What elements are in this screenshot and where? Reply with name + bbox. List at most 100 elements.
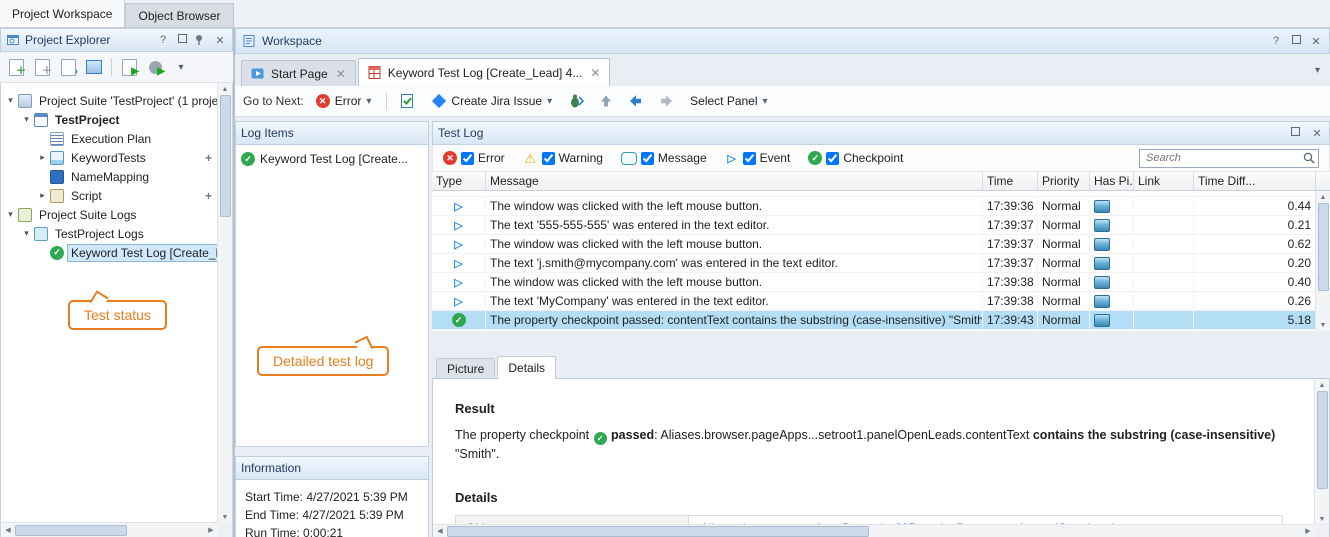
collapse-icon[interactable]: ▾ bbox=[4, 95, 17, 106]
filter-checkbox-checkpoint[interactable] bbox=[826, 152, 839, 165]
log-row[interactable]: The window was clicked with the left mou… bbox=[432, 235, 1316, 254]
details-horizontal-scrollbar[interactable]: ◀ ▶ bbox=[433, 524, 1315, 537]
add-new-file-button[interactable]: ＋ bbox=[30, 55, 54, 79]
column-header[interactable]: Type bbox=[432, 172, 486, 190]
filter-checkbox-error[interactable] bbox=[461, 152, 474, 165]
move-up-button[interactable] bbox=[594, 89, 618, 113]
picture-icon[interactable] bbox=[1094, 276, 1110, 289]
time-cell: 17:39:36 bbox=[983, 197, 1038, 215]
filter-checkbox-message[interactable] bbox=[641, 152, 654, 165]
event-icon bbox=[452, 218, 466, 232]
log-row[interactable]: The text '555-555-555' was entered in th… bbox=[432, 216, 1316, 235]
organize-items-button[interactable] bbox=[82, 55, 106, 79]
log-item[interactable]: Keyword Test Log [Create... bbox=[236, 150, 428, 168]
create-jira-issue-button[interactable]: Create Jira Issue ▾ bbox=[426, 92, 558, 110]
collapse-icon[interactable]: ▾ bbox=[20, 114, 33, 125]
scroll-down-icon[interactable]: ▼ bbox=[1316, 319, 1330, 331]
tree-horizontal-scrollbar[interactable]: ◀ ▶ bbox=[1, 522, 218, 537]
picture-icon[interactable] bbox=[1094, 257, 1110, 270]
column-header[interactable]: Link bbox=[1134, 172, 1194, 190]
tree-item[interactable]: ▾TestProject Logs bbox=[1, 224, 218, 243]
maximize-icon[interactable] bbox=[1289, 35, 1303, 47]
scrollbar-thumb[interactable] bbox=[447, 526, 869, 537]
close-icon[interactable]: ✕ bbox=[1309, 35, 1323, 48]
close-icon[interactable]: ✕ bbox=[590, 66, 600, 80]
scroll-down-icon[interactable]: ▼ bbox=[218, 511, 232, 523]
scroll-right-icon[interactable]: ▶ bbox=[1301, 525, 1315, 537]
help-icon[interactable]: ? bbox=[156, 34, 170, 46]
filter-checkbox-event[interactable] bbox=[743, 152, 756, 165]
scroll-up-icon[interactable]: ▲ bbox=[1316, 191, 1330, 203]
close-icon[interactable]: ✕ bbox=[213, 34, 227, 47]
post-issue-button[interactable] bbox=[396, 89, 420, 113]
expand-icon[interactable]: ▸ bbox=[36, 190, 49, 201]
scrollbar-thumb[interactable] bbox=[15, 525, 127, 536]
filter-label: Warning bbox=[559, 151, 603, 165]
tab-list-dropdown-icon[interactable]: ▾ bbox=[1307, 65, 1328, 76]
collapse-icon[interactable]: ▾ bbox=[20, 228, 33, 239]
maximize-icon[interactable] bbox=[1288, 127, 1302, 139]
scrollbar-thumb[interactable] bbox=[1317, 391, 1328, 489]
tree-item[interactable]: ▾Project Suite Logs bbox=[1, 205, 218, 224]
search-input[interactable] bbox=[1139, 149, 1319, 168]
run-test-button[interactable]: ▶ bbox=[117, 55, 141, 79]
collapse-icon[interactable]: ▾ bbox=[4, 209, 17, 220]
expand-icon[interactable]: ▸ bbox=[36, 152, 49, 163]
picture-icon[interactable] bbox=[1094, 200, 1110, 213]
scroll-left-icon[interactable]: ◀ bbox=[433, 525, 447, 537]
tree-item[interactable]: Execution Plan bbox=[1, 129, 218, 148]
tab-keyword-test-log[interactable]: Keyword Test Log [Create_Lead] 4... ✕ bbox=[358, 58, 611, 86]
log-row[interactable]: The text 'MyCompany' was entered in the … bbox=[432, 292, 1316, 311]
log-row[interactable]: The property checkpoint passed: contentT… bbox=[432, 311, 1316, 330]
select-panel-button[interactable]: Select Panel ▾ bbox=[684, 92, 773, 110]
picture-icon[interactable] bbox=[1094, 295, 1110, 308]
column-header[interactable]: Priority bbox=[1038, 172, 1090, 190]
add-existing-file-button[interactable]: › bbox=[56, 55, 80, 79]
tab-picture[interactable]: Picture bbox=[436, 358, 495, 379]
log-row[interactable]: The window was clicked with the left mou… bbox=[432, 197, 1316, 216]
scroll-right-icon[interactable]: ▶ bbox=[204, 524, 218, 536]
tree-vertical-scrollbar[interactable]: ▲ ▼ bbox=[217, 83, 232, 523]
log-row[interactable]: The window was clicked with the left mou… bbox=[432, 273, 1316, 292]
scroll-up-icon[interactable]: ▲ bbox=[218, 83, 232, 95]
tree-item[interactable]: NameMapping bbox=[1, 167, 218, 186]
tab-object-browser[interactable]: Object Browser bbox=[125, 3, 233, 27]
go-to-next-error-button[interactable]: Error ▾ bbox=[310, 92, 378, 110]
scrollbar-thumb[interactable] bbox=[220, 95, 231, 217]
table-vertical-scrollbar[interactable]: ▲ ▼ bbox=[1315, 191, 1330, 331]
maximize-icon[interactable] bbox=[175, 34, 189, 46]
column-header[interactable]: Time bbox=[983, 172, 1038, 190]
column-header[interactable]: Message bbox=[486, 172, 983, 190]
close-icon[interactable]: ✕ bbox=[336, 67, 346, 81]
tree-item[interactable]: ▾TestProject bbox=[1, 110, 218, 129]
picture-icon[interactable] bbox=[1094, 219, 1110, 232]
tab-project-workspace[interactable]: Project Workspace bbox=[0, 0, 125, 27]
help-icon[interactable]: ? bbox=[1269, 35, 1283, 47]
forward-button[interactable] bbox=[654, 89, 678, 113]
close-icon[interactable]: ✕ bbox=[1310, 127, 1324, 140]
tree-item[interactable]: ▸KeywordTests+ bbox=[1, 148, 218, 167]
log-row[interactable]: The text 'j.smith@mycompany.com' was ent… bbox=[432, 254, 1316, 273]
details-vertical-scrollbar[interactable]: ▲ ▼ bbox=[1314, 379, 1329, 525]
column-header[interactable]: Time Diff... bbox=[1194, 172, 1316, 190]
run-project-button[interactable]: ▶ bbox=[143, 55, 167, 79]
jump-to-test-button[interactable] bbox=[564, 89, 588, 113]
tree-item-label: KeywordTests bbox=[68, 150, 149, 166]
tree-item[interactable]: ▸Script+ bbox=[1, 186, 218, 205]
add-new-item-button[interactable]: ＋ bbox=[4, 55, 28, 79]
toolbar-more-dropdown[interactable]: ▾ bbox=[169, 55, 193, 79]
filter-checkbox-warning[interactable] bbox=[542, 152, 555, 165]
picture-icon[interactable] bbox=[1094, 238, 1110, 251]
scroll-up-icon[interactable]: ▲ bbox=[1315, 379, 1329, 391]
scrollbar-thumb[interactable] bbox=[1318, 203, 1329, 291]
tab-details[interactable]: Details bbox=[497, 356, 556, 379]
pin-icon[interactable] bbox=[194, 34, 208, 46]
search-icon[interactable] bbox=[1302, 151, 1316, 165]
scroll-left-icon[interactable]: ◀ bbox=[1, 524, 15, 536]
picture-icon[interactable] bbox=[1094, 314, 1110, 327]
column-header[interactable]: Has Pi... bbox=[1090, 172, 1134, 190]
tree-item[interactable]: Keyword Test Log [Create_Lead bbox=[1, 243, 218, 262]
tree-item[interactable]: ▾Project Suite 'TestProject' (1 project) bbox=[1, 91, 218, 110]
tab-start-page[interactable]: Start Page ✕ bbox=[241, 60, 356, 86]
back-button[interactable] bbox=[624, 89, 648, 113]
